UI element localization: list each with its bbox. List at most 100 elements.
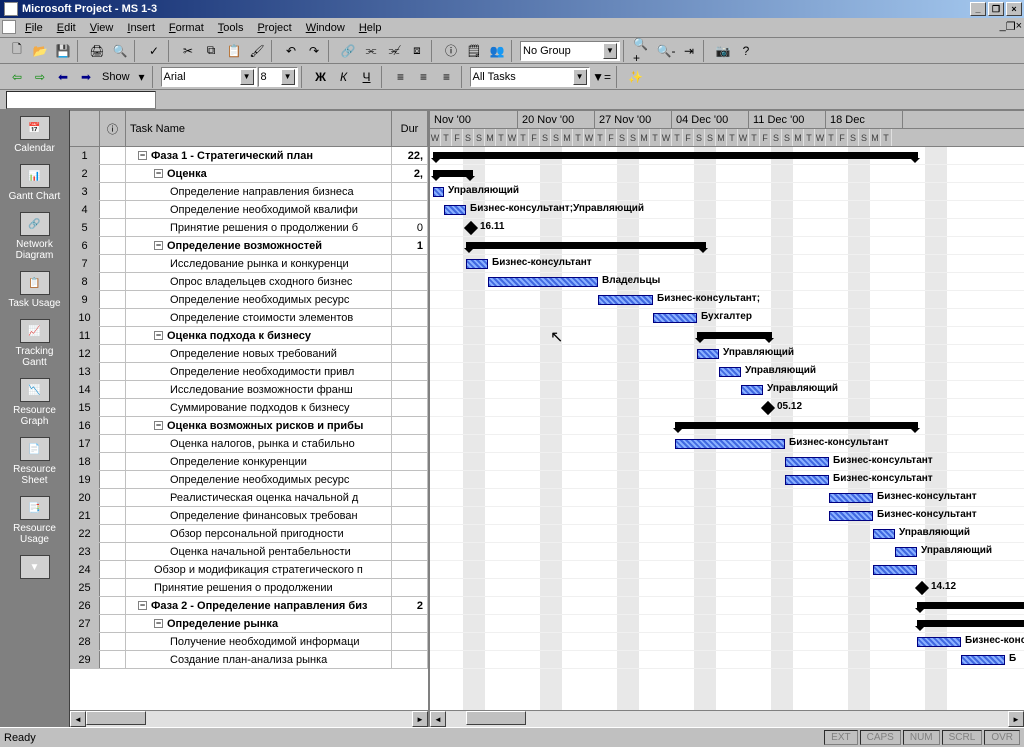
- gantt-row[interactable]: [430, 615, 1024, 633]
- task-bar[interactable]: [719, 367, 741, 377]
- table-row[interactable]: 24Обзор и модификация стратегического п: [70, 561, 428, 579]
- cell-duration[interactable]: [392, 201, 428, 218]
- gantt-row[interactable]: [430, 147, 1024, 165]
- timeline-day[interactable]: T: [441, 129, 452, 147]
- table-row[interactable]: 14Исследование возможности франш: [70, 381, 428, 399]
- row-number[interactable]: 2: [70, 165, 100, 182]
- cell-info[interactable]: [100, 525, 126, 542]
- task-bar[interactable]: [466, 259, 488, 269]
- milestone[interactable]: [761, 401, 775, 415]
- gantt-row[interactable]: [430, 597, 1024, 615]
- row-number[interactable]: 4: [70, 201, 100, 218]
- timeline-day[interactable]: S: [540, 129, 551, 147]
- timeline-day[interactable]: F: [529, 129, 540, 147]
- cell-duration[interactable]: 2,: [392, 165, 428, 182]
- new-button[interactable]: 🗋: [6, 40, 28, 62]
- cell-info[interactable]: [100, 597, 126, 614]
- timeline-day[interactable]: T: [595, 129, 606, 147]
- cell-task-name[interactable]: −Оценка подхода к бизнесу: [126, 327, 392, 344]
- timeline-day[interactable]: M: [870, 129, 881, 147]
- cell-info[interactable]: [100, 201, 126, 218]
- row-number[interactable]: 20: [70, 489, 100, 506]
- cell-info[interactable]: [100, 417, 126, 434]
- row-number[interactable]: 16: [70, 417, 100, 434]
- row-number[interactable]: 1: [70, 147, 100, 164]
- entry-box[interactable]: [6, 91, 156, 109]
- timeline-day[interactable]: S: [463, 129, 474, 147]
- gantt-row[interactable]: 14.12: [430, 579, 1024, 597]
- gantt-row[interactable]: Управляющий: [430, 543, 1024, 561]
- outline-toggle[interactable]: −: [154, 619, 163, 628]
- gantt-row[interactable]: Бухгалтер: [430, 309, 1024, 327]
- cell-task-name[interactable]: Определение финансовых требован: [126, 507, 392, 524]
- table-row[interactable]: 2 −Оценка2,: [70, 165, 428, 183]
- cell-info[interactable]: [100, 381, 126, 398]
- open-button[interactable]: 📂: [29, 40, 51, 62]
- cell-duration[interactable]: [392, 615, 428, 632]
- align-center-button[interactable]: ≡: [413, 66, 435, 88]
- table-row[interactable]: 12Определение новых требований: [70, 345, 428, 363]
- autofilter-button[interactable]: ▼=: [591, 66, 613, 88]
- col-rownum[interactable]: [70, 111, 100, 146]
- summary-bar[interactable]: [917, 602, 1024, 609]
- table-row[interactable]: 4Определение необходимой квалифи: [70, 201, 428, 219]
- gantt-row[interactable]: 16.11: [430, 219, 1024, 237]
- timeline-week[interactable]: 20 Nov '00: [518, 111, 595, 128]
- cell-duration[interactable]: [392, 255, 428, 272]
- gantt-row[interactable]: [430, 417, 1024, 435]
- font-combo[interactable]: Arial ▼: [161, 67, 257, 87]
- summary-bar[interactable]: [917, 620, 1024, 627]
- outline-toggle[interactable]: −: [154, 169, 163, 178]
- cell-info[interactable]: [100, 651, 126, 668]
- save-button[interactable]: 💾: [52, 40, 74, 62]
- table-row[interactable]: 29Создание план-анализа рынка: [70, 651, 428, 669]
- cell-task-name[interactable]: Создание план-анализа рынка: [126, 651, 392, 668]
- cell-duration[interactable]: [392, 417, 428, 434]
- cell-task-name[interactable]: −Оценка: [126, 165, 392, 182]
- menu-tools[interactable]: Tools: [211, 20, 251, 36]
- cell-duration[interactable]: 22,: [392, 147, 428, 164]
- task-bar[interactable]: [873, 565, 917, 575]
- summary-bar[interactable]: [697, 332, 772, 339]
- cell-info[interactable]: [100, 345, 126, 362]
- cell-task-name[interactable]: −Оценка возможных рисков и прибы: [126, 417, 392, 434]
- cell-task-name[interactable]: −Определение возможностей: [126, 237, 392, 254]
- cell-duration[interactable]: 1: [392, 237, 428, 254]
- zoom-in-button[interactable]: 🔍+: [632, 40, 654, 62]
- timeline-day[interactable]: S: [782, 129, 793, 147]
- size-combo[interactable]: 8 ▼: [258, 67, 298, 87]
- cell-task-name[interactable]: −Фаза 1 - Стратегический план: [126, 147, 392, 164]
- filter-combo[interactable]: All Tasks ▼: [470, 67, 590, 87]
- task-bar[interactable]: [598, 295, 653, 305]
- cell-info[interactable]: [100, 453, 126, 470]
- gantt-row[interactable]: Управляющий: [430, 183, 1024, 201]
- row-number[interactable]: 26: [70, 597, 100, 614]
- cell-info[interactable]: [100, 489, 126, 506]
- row-number[interactable]: 15: [70, 399, 100, 416]
- doc-close-button[interactable]: ×: [1016, 20, 1022, 33]
- row-number[interactable]: 24: [70, 561, 100, 578]
- gantt-row[interactable]: [430, 327, 1024, 345]
- assign-resources-button[interactable]: 👥: [486, 40, 508, 62]
- outline-toggle[interactable]: −: [154, 331, 163, 340]
- goto-task-button[interactable]: ⇥: [678, 40, 700, 62]
- cell-task-name[interactable]: Исследование возможности франш: [126, 381, 392, 398]
- gantt-row[interactable]: Управляющий: [430, 381, 1024, 399]
- timeline-day[interactable]: S: [551, 129, 562, 147]
- cell-duration[interactable]: [392, 561, 428, 578]
- timeline-day[interactable]: W: [507, 129, 518, 147]
- timeline-week[interactable]: 18 Dec: [826, 111, 903, 128]
- timeline-day[interactable]: T: [826, 129, 837, 147]
- task-info-button[interactable]: ⓘ: [440, 40, 462, 62]
- menu-help[interactable]: Help: [352, 20, 389, 36]
- nav-back-button[interactable]: ⇦: [6, 66, 28, 88]
- menu-window[interactable]: Window: [299, 20, 352, 36]
- table-row[interactable]: 20Реалистическая оценка начальной д: [70, 489, 428, 507]
- gantt-row[interactable]: Бизнес-консультант;: [430, 291, 1024, 309]
- cell-info[interactable]: [100, 291, 126, 308]
- table-row[interactable]: 26−Фаза 2 - Определение направления биз2: [70, 597, 428, 615]
- outline-toggle[interactable]: −: [138, 601, 147, 610]
- show-dropdown[interactable]: ▾: [135, 66, 149, 88]
- gantt-chart[interactable]: Управляющий Бизнес-консультант; Управляющи…: [430, 147, 1024, 710]
- timeline-day[interactable]: S: [705, 129, 716, 147]
